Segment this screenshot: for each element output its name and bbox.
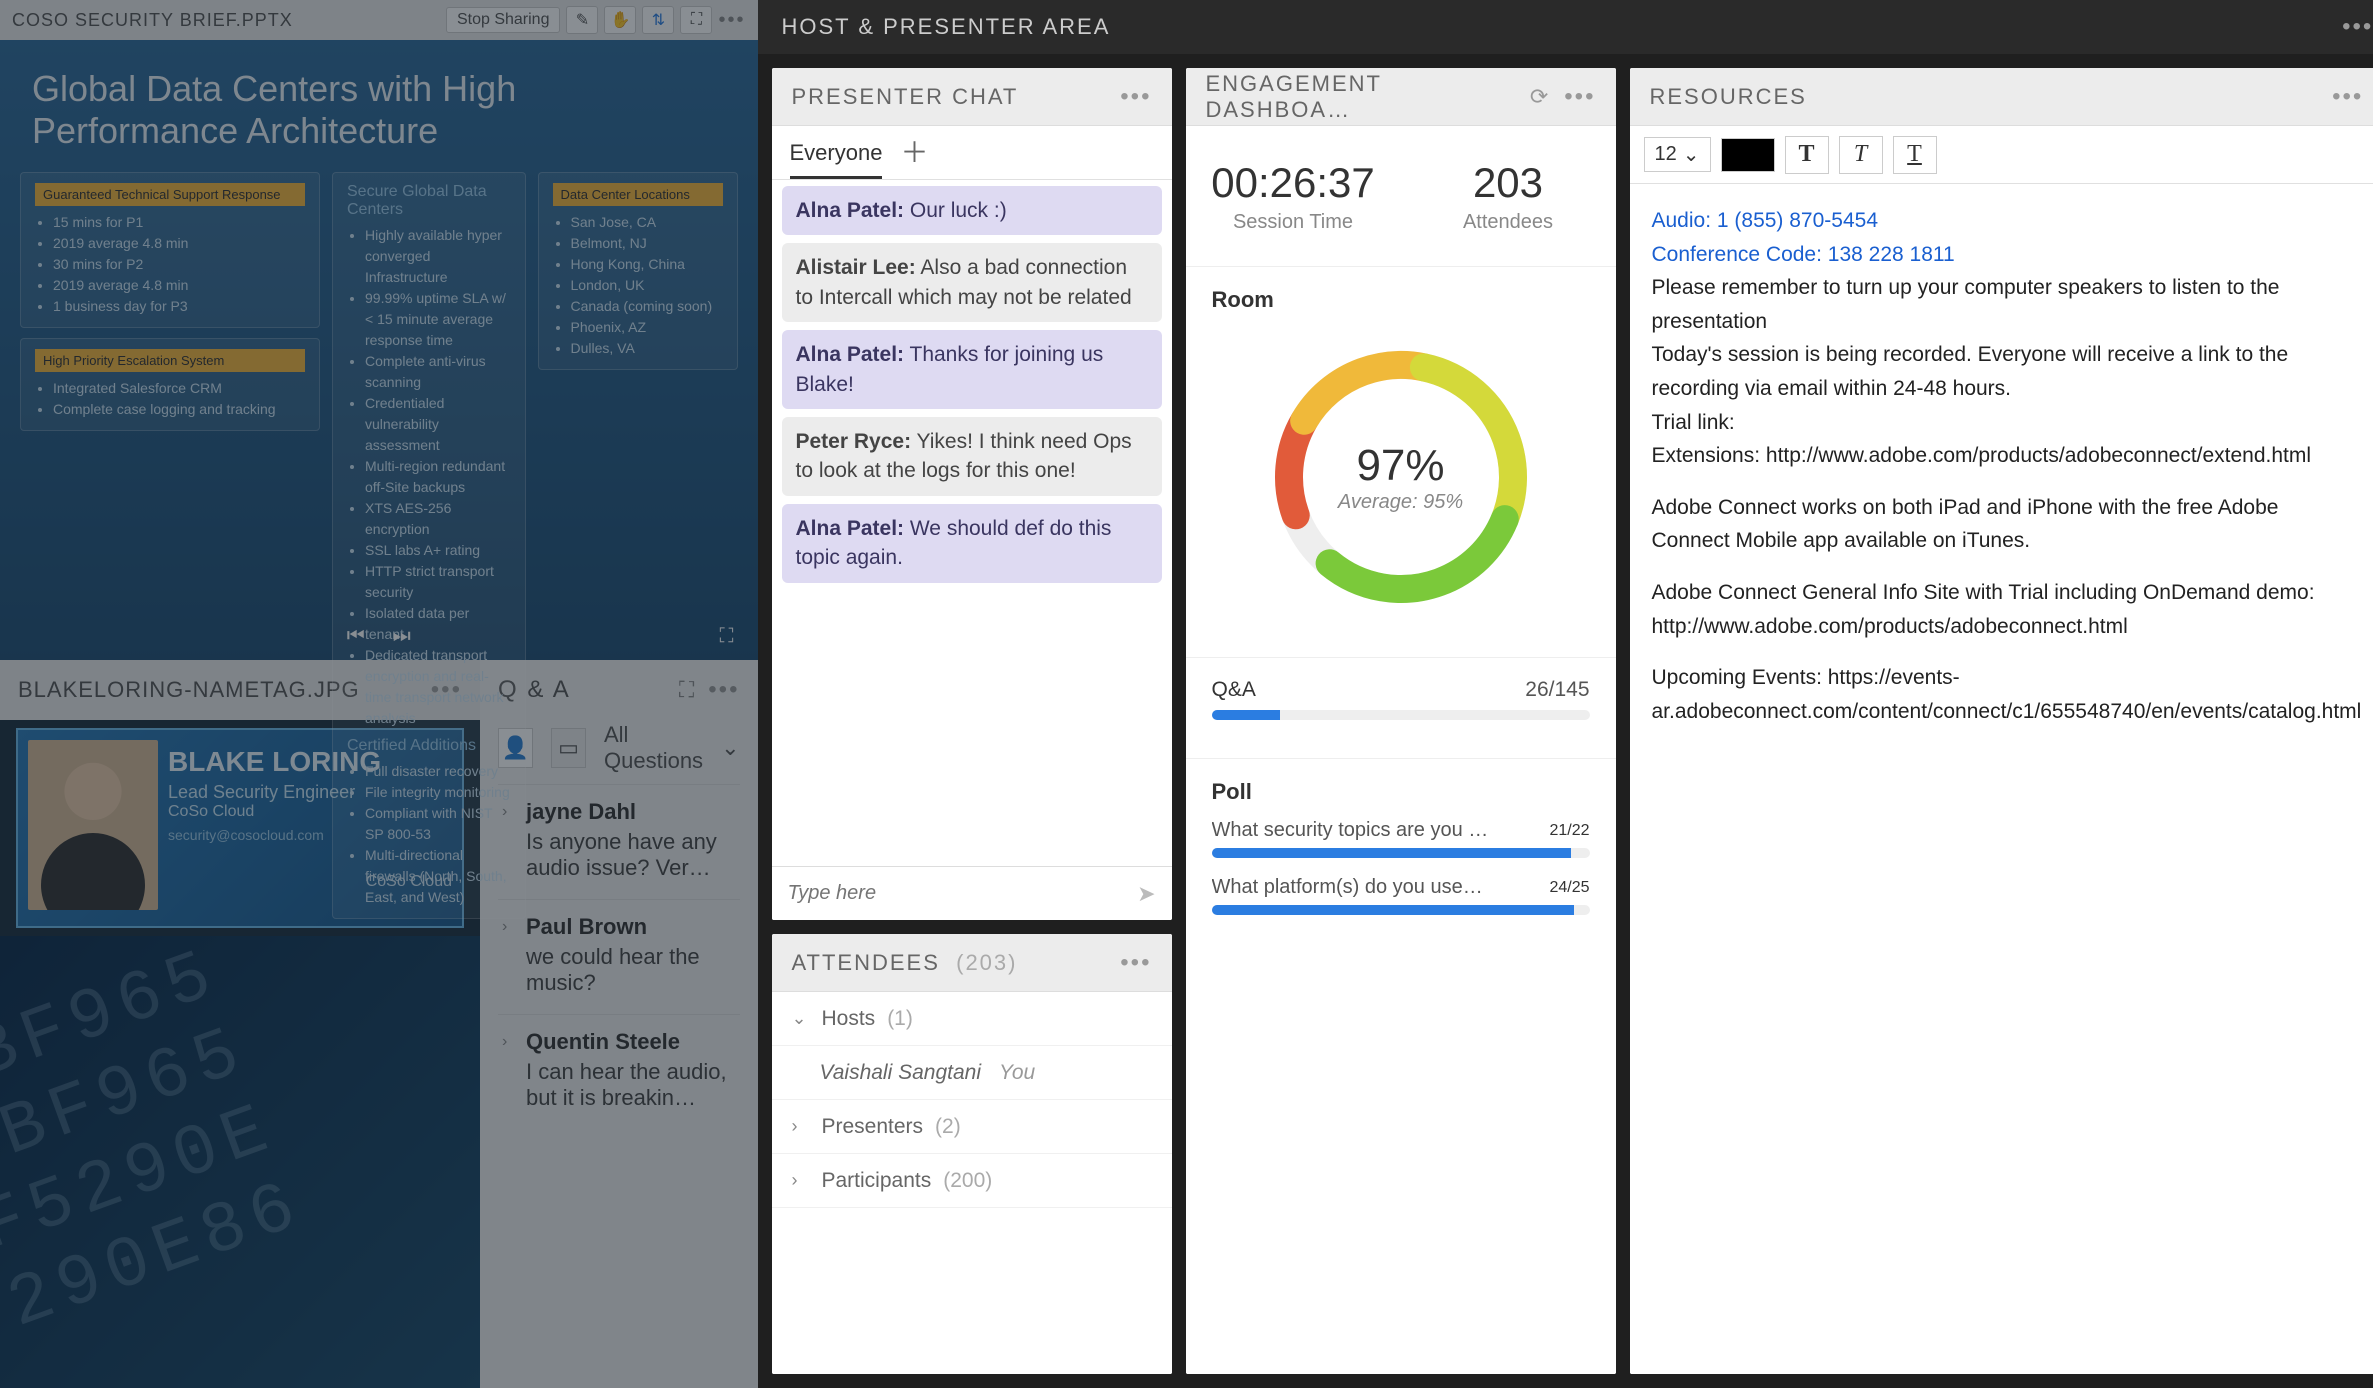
hp-area-title: HOST & PRESENTER AREA <box>782 14 1111 40</box>
hand-icon[interactable]: ✋ <box>604 6 636 34</box>
qa-heading: Q&A <box>1212 678 1256 702</box>
pod-menu-icon[interactable]: ••• <box>718 9 745 32</box>
attendees-pod: ATTENDEES (203) ••• ⌄ Hosts (1) Vaishali S… <box>772 934 1172 1374</box>
pod-menu-icon[interactable]: ••• <box>2332 83 2363 111</box>
attendees-count-value: 203 <box>1473 159 1543 207</box>
chevron-right-icon: › <box>502 803 507 821</box>
resources-pod: RESOURCES ••• 12 ⌄ T T T Audi <box>1630 68 2373 1374</box>
engagement-dashboard-pod: ENGAGEMENT DASHBOA… ⟳ ••• 00:26:37 Sessi… <box>1186 68 1616 1374</box>
group-count: (2) <box>935 1115 961 1139</box>
poll-progress-bar <box>1212 848 1590 858</box>
pod-menu-icon[interactable]: ••• <box>1564 83 1595 111</box>
chat-sender: Alna Patel: <box>796 343 905 366</box>
add-chat-tab-icon[interactable]: ＋ <box>900 131 928 179</box>
text-color-swatch[interactable] <box>1721 138 1775 172</box>
shared-file-name: COSO SECURITY BRIEF.PPTX <box>12 10 293 31</box>
sync-icon[interactable]: ⇅ <box>642 6 674 34</box>
next-slide-icon[interactable]: ⏭ <box>393 625 411 648</box>
chat-message: Alna Patel: We should def do this topic … <box>782 504 1162 583</box>
audience-area: COSO SECURITY BRIEF.PPTX Stop Sharing ✎ … <box>0 0 758 1388</box>
dashboard-title: ENGAGEMENT DASHBOA… <box>1206 71 1530 123</box>
chat-text: Our luck :) <box>904 199 1007 222</box>
attendee-group-row[interactable]: ⌄ Hosts (1) <box>772 992 1172 1046</box>
group-label: Participants <box>822 1169 932 1193</box>
chevron-down-icon: ⌄ <box>1683 142 1700 167</box>
send-icon[interactable]: ➤ <box>1137 881 1155 907</box>
poll-question: What security topics are you … <box>1212 819 1489 842</box>
chat-sender: Alna Patel: <box>796 199 905 222</box>
session-time-value: 00:26:37 <box>1211 159 1375 207</box>
poll-question: What platform(s) do you use… <box>1212 876 1483 899</box>
group-count: (200) <box>943 1169 992 1193</box>
qa-question: we could hear the music? <box>526 944 732 996</box>
stop-sharing-button[interactable]: Stop Sharing <box>446 7 561 33</box>
presenter-chat-pod: PRESENTER CHAT ••• Everyone ＋ Alna Patel… <box>772 68 1172 920</box>
poll-item: What platform(s) do you use… 24/25 <box>1212 876 1590 915</box>
conference-code-link[interactable]: Conference Code: 138 228 1811 <box>1652 238 2362 272</box>
chat-message: Alna Patel: Our luck :) <box>782 186 1162 235</box>
poll-count: 24/25 <box>1549 879 1589 897</box>
bold-icon[interactable]: T <box>1785 136 1829 174</box>
group-count: (1) <box>887 1007 913 1031</box>
chat-message: Peter Ryce: Yikes! I think need Ops to l… <box>782 417 1162 496</box>
chat-tab-everyone[interactable]: Everyone <box>790 140 883 179</box>
qa-count: 26/145 <box>1525 678 1589 702</box>
chat-message: Alna Patel: Thanks for joining us Blake! <box>782 330 1162 409</box>
resources-title: RESOURCES <box>1650 84 1807 110</box>
room-engagement-pct: 97% <box>1356 441 1444 491</box>
pointer-icon[interactable]: ✎ <box>566 6 598 34</box>
refresh-icon[interactable]: ⟳ <box>1530 84 1550 110</box>
hp-menu-icon[interactable]: ••• <box>2342 13 2373 41</box>
poll-progress-bar <box>1212 905 1590 915</box>
engagement-donut-chart: 97% Average: 95% <box>1261 337 1541 617</box>
pod-menu-icon[interactable]: ••• <box>1120 949 1151 977</box>
audio-link[interactable]: Audio: 1 (855) 870-5454 <box>1652 204 2362 238</box>
chat-message: Alistair Lee: Also a bad connection to I… <box>782 243 1162 322</box>
attendee-group-row[interactable]: › Participants (200) <box>772 1154 1172 1208</box>
chevron-down-icon: ⌄ <box>792 1008 810 1029</box>
group-label: Presenters <box>822 1115 924 1139</box>
you-label: You <box>999 1061 1035 1085</box>
poll-count: 21/22 <box>1549 822 1589 840</box>
qa-question: I can hear the audio, but it is breakin… <box>526 1059 732 1111</box>
host-presenter-area: HOST & PRESENTER AREA ••• PRESENTER CHAT… <box>758 0 2373 1388</box>
chevron-right-icon: › <box>792 1116 810 1137</box>
prev-slide-icon[interactable]: ⏮ <box>347 625 365 648</box>
chat-input[interactable] <box>788 882 1128 905</box>
attendee-name: Vaishali Sangtani <box>820 1061 982 1085</box>
chevron-right-icon: › <box>502 1033 507 1051</box>
attendees-title: ATTENDEES (203) <box>792 950 1018 976</box>
italic-icon[interactable]: T <box>1839 136 1883 174</box>
qa-asker: Quentin Steele <box>526 1029 732 1055</box>
room-engagement-avg: Average: 95% <box>1338 491 1463 514</box>
qa-item[interactable]: › Quentin Steele I can hear the audio, but… <box>498 1014 740 1129</box>
chat-sender: Peter Ryce: <box>796 430 912 453</box>
poll-item: What security topics are you … 21/22 <box>1212 819 1590 858</box>
room-heading: Room <box>1212 287 1590 313</box>
poll-heading: Poll <box>1212 779 1590 805</box>
qa-progress-bar <box>1212 710 1590 720</box>
attendees-count-label: Attendees <box>1463 211 1553 234</box>
underline-icon[interactable]: T <box>1893 136 1937 174</box>
presentation-slide: Global Data Centers with High Performanc… <box>0 40 758 660</box>
share-pod-toolbar: COSO SECURITY BRIEF.PPTX Stop Sharing ✎ … <box>0 0 758 40</box>
resources-note-body[interactable]: Audio: 1 (855) 870-5454 Conference Code:… <box>1630 184 2373 1374</box>
slide-fullscreen-icon[interactable]: ⛶ <box>720 625 734 648</box>
chat-sender: Alna Patel: <box>796 517 905 540</box>
group-label: Hosts <box>822 1007 876 1031</box>
chevron-right-icon: › <box>792 1170 810 1191</box>
slide-title: Global Data Centers with High Performanc… <box>0 40 758 172</box>
fullscreen-icon[interactable]: ⛶ <box>680 6 712 34</box>
chevron-right-icon: › <box>502 918 507 936</box>
session-time-label: Session Time <box>1233 211 1353 234</box>
chat-sender: Alistair Lee: <box>796 256 916 279</box>
font-size-dropdown[interactable]: 12 ⌄ <box>1644 137 1711 172</box>
chat-pod-title: PRESENTER CHAT <box>792 84 1019 110</box>
attendee-row[interactable]: Vaishali Sangtani You <box>772 1046 1172 1100</box>
pod-menu-icon[interactable]: ••• <box>1120 83 1151 111</box>
background-image <box>0 936 480 1388</box>
attendee-group-row[interactable]: › Presenters (2) <box>772 1100 1172 1154</box>
